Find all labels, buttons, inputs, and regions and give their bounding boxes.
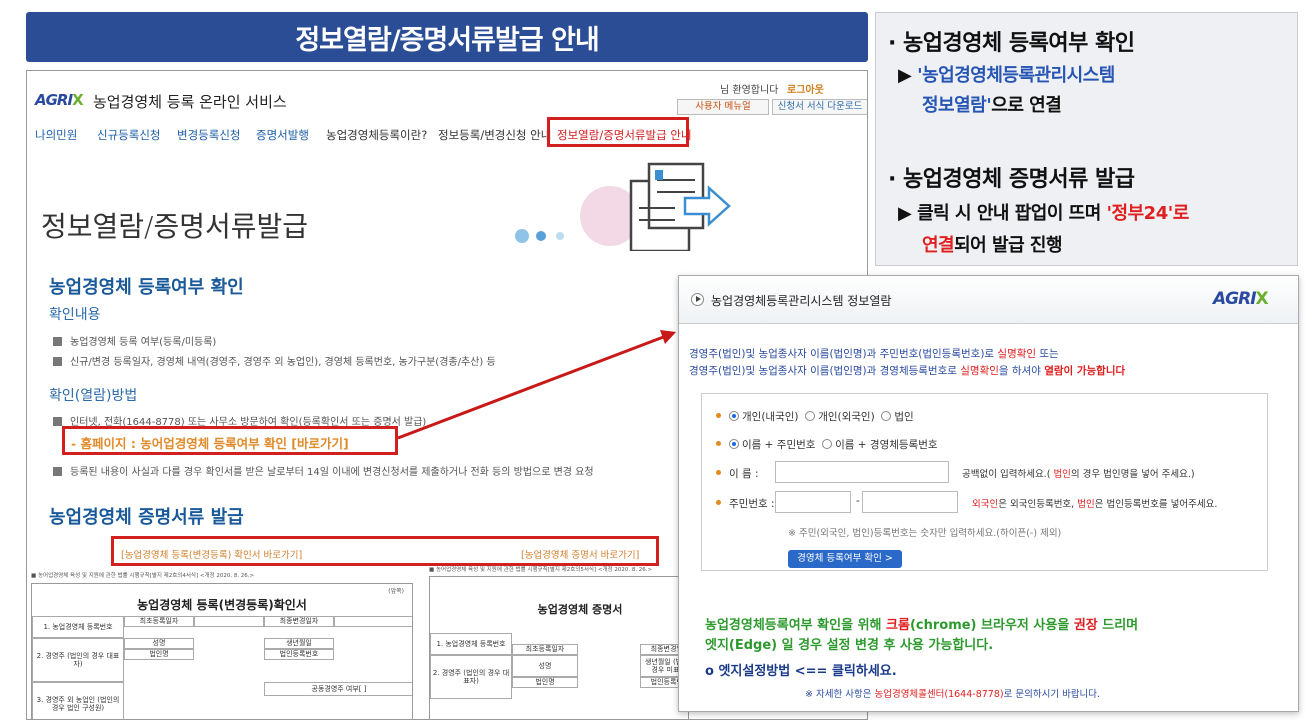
doc1-note: ■ 농어업경영체 육성 및 지원에 관한 법률 시행규칙[별지 제2호의4서식]…	[31, 573, 255, 579]
homepage-link-highlight-box	[62, 426, 398, 455]
info-line-4: 연결되어 발급 진행	[922, 235, 1063, 256]
edge-notice: 엣지(Edge) 일 경우 설정 변경 후 사용 가능합니다.	[705, 638, 994, 653]
info-view-popup: 농업경영체등록관리시스템 정보열람 AGRIX 경영주(법인)및 농업종사자 이…	[678, 275, 1299, 712]
popup-header: 농업경영체등록관리시스템 정보열람 AGRIX	[679, 276, 1298, 324]
doc1-cell: 3. 경영주 외 농업인 (법인의 경우 법인 구성원)	[32, 682, 124, 719]
doc1-cell: 법인명	[124, 649, 194, 660]
name-label: 이 름 :	[716, 466, 759, 481]
doc1-page: (앞쪽)	[388, 588, 404, 595]
subsection-check-method: 확인(열람)방법	[49, 388, 138, 404]
bullet-change-request: 등록된 내용이 사실과 다를 경우 확인서를 받은 날로부터 14일 이내에 변…	[53, 463, 594, 478]
doc2-note: ■ 농어업경영체 육성 및 지원에 관한 법률 시행규칙[별지 제2호의5서식]…	[429, 567, 653, 573]
section-registration-check: 농업경영체 등록여부 확인	[49, 277, 244, 298]
popup-title: 농업경영체등록관리시스템 정보열람	[711, 294, 892, 308]
id-type-radio-group: 이름 + 주민번호 이름 + 경영체등록번호	[716, 437, 938, 452]
doc2-cell: 1. 농업경영체 등록번호	[430, 633, 512, 655]
nav-my-petition[interactable]: 나의민원	[35, 127, 77, 143]
certificate-links-highlight-box	[111, 536, 659, 566]
doc1-title: 농업경영체 등록(변경등록)확인서	[137, 598, 307, 612]
id-hint: 외국인은 외국인등록번호, 법인은 법인등록번호를 넣어주세요.	[972, 499, 1218, 510]
info-line-2: 정보열람'으로 연결	[922, 95, 1062, 116]
doc1-cell: 최초등록일자	[124, 616, 194, 627]
radio-name-regno[interactable]	[822, 439, 833, 449]
doc1-cell: 공동경영주 여부[ ]	[264, 682, 412, 696]
doc2-cell: 2. 경영주 (법인의 경우 대표자)	[430, 655, 512, 699]
form-download-button[interactable]: 신청서 서식 다운로드	[772, 99, 867, 115]
user-manual-button[interactable]: 사용자 메뉴얼	[677, 99, 769, 115]
popup-instruction-1: 경영주(법인)및 농업종사자 이름(법인명)과 주민번호(법인등록번호)로 실명…	[689, 348, 1059, 360]
doc1-cell: 생년월일	[264, 638, 334, 649]
doc1-cell	[334, 616, 412, 627]
radio-korean[interactable]	[729, 411, 739, 421]
doc1-cell: 최종변경일자	[264, 616, 334, 627]
verification-form: 개인(내국인) 개인(외국인) 법인 이름 + 주민번호 이름 + 경영체등록번…	[701, 393, 1268, 571]
radio-corporation[interactable]	[881, 411, 892, 421]
bullet-registration-status: 농업경영체 등록 여부(등록/미등록)	[53, 333, 216, 348]
id-label: 주민번호 :	[716, 496, 775, 511]
doc1-cell: 성명	[124, 638, 194, 649]
chrome-notice: 농업경영체등록여부 확인을 위해 크롬(chrome) 브라우저 사용을 권장 …	[705, 618, 1139, 633]
popup-logo: AGRIX	[1213, 289, 1269, 309]
id-input-back[interactable]	[862, 491, 958, 513]
nav-about[interactable]: 농업경영체등록이란?	[326, 127, 427, 143]
bullet-registration-details: 신규/변경 등록일자, 경영체 내역(경영주, 경영주 외 농업인), 경영체 …	[53, 353, 496, 368]
id-note: ※ 주민(외국인, 법인)등록번호는 숫자만 입력하세요.(하이픈(-) 제외)	[788, 528, 1062, 539]
play-arrow-icon	[696, 296, 701, 302]
radio-name-rrn[interactable]	[729, 439, 739, 449]
logout-link[interactable]: 로그아웃	[787, 81, 824, 96]
section-certificate-issue: 농업경영체 증명서류 발급	[49, 507, 244, 528]
id-input-front[interactable]	[775, 491, 851, 513]
radio-foreigner[interactable]	[805, 411, 816, 421]
doc2-cell: 최초등록일자	[512, 644, 578, 655]
farm-certificate-preview: 농업경영체 증명서 1. 농업경영체 등록번호 최초등록일자 최종변경일자 2.…	[429, 576, 689, 719]
popup-instruction-2: 경영주(법인)및 농업종사자 이름(법인명)과 경영체등록번호로 실명확인을 하…	[689, 365, 1126, 377]
info-line-1: ▶ '농업경영체등록관리시스템	[898, 65, 1115, 86]
registration-certificate-preview: (앞쪽) 농업경영체 등록(변경등록)확인서 1. 농업경영체 등록번호 최초등…	[31, 583, 413, 719]
page-title: 정보열람/증명서류발급	[41, 210, 309, 243]
doc1-cell: 법인등록번호	[264, 649, 334, 660]
site-logo[interactable]: AGRIX	[35, 91, 84, 109]
nav-change-registration[interactable]: 변경등록신청	[177, 127, 240, 143]
service-title: 농업경영체 등록 온라인 서비스	[93, 93, 287, 111]
doc1-cell: 1. 농업경영체 등록번호	[32, 616, 124, 638]
info-panel: · 농업경영체 등록여부 확인 ▶ '농업경영체등록관리시스템 정보열람'으로 …	[875, 12, 1298, 266]
info-heading-certificate: · 농업경영체 증명서류 발급	[888, 167, 1135, 192]
info-line-3: ▶ 클릭 시 안내 팝업이 뜨며 '정부24'로	[898, 203, 1189, 224]
nav-certificate[interactable]: 증명서발행	[256, 127, 309, 143]
nav-info-guide[interactable]: 정보등록/변경신청 안내	[438, 127, 551, 143]
id-dash: -	[856, 495, 860, 507]
doc1-cell	[194, 616, 264, 627]
nav-highlight-box	[547, 117, 689, 147]
banner-title: 정보열람/증명서류발급 안내	[26, 12, 868, 62]
doc2-title: 농업경영체 증명서	[537, 603, 623, 616]
subsection-check-content: 확인내용	[49, 307, 101, 323]
doc1-cell: 2. 경영주 (법인의 경우 대표자)	[32, 638, 124, 682]
check-registration-button[interactable]: 경영체 등록여부 확인 >	[788, 550, 902, 568]
documents-illustration-icon	[515, 162, 731, 251]
doc2-cell: 성명	[512, 655, 578, 677]
name-input[interactable]	[775, 461, 949, 483]
contact-info: ※ 자세한 사항은 농업경영체콜센터(1644-8778)로 문의하시기 바랍니…	[805, 689, 1101, 700]
person-type-radio-group: 개인(내국인) 개인(외국인) 법인	[716, 409, 914, 424]
info-heading-registration: · 농업경영체 등록여부 확인	[888, 31, 1135, 56]
name-hint: 공백없이 입력하세요.( 법인의 경우 법인명을 넣어 주세요.)	[962, 469, 1195, 480]
welcome-text: 님 환영합니다	[720, 85, 779, 96]
nav-new-registration[interactable]: 신규등록신청	[97, 127, 160, 143]
doc2-cell: 법인명	[512, 677, 578, 688]
edge-settings-link[interactable]: o 엣지설정방법 <== 클릭하세요.	[705, 660, 897, 679]
